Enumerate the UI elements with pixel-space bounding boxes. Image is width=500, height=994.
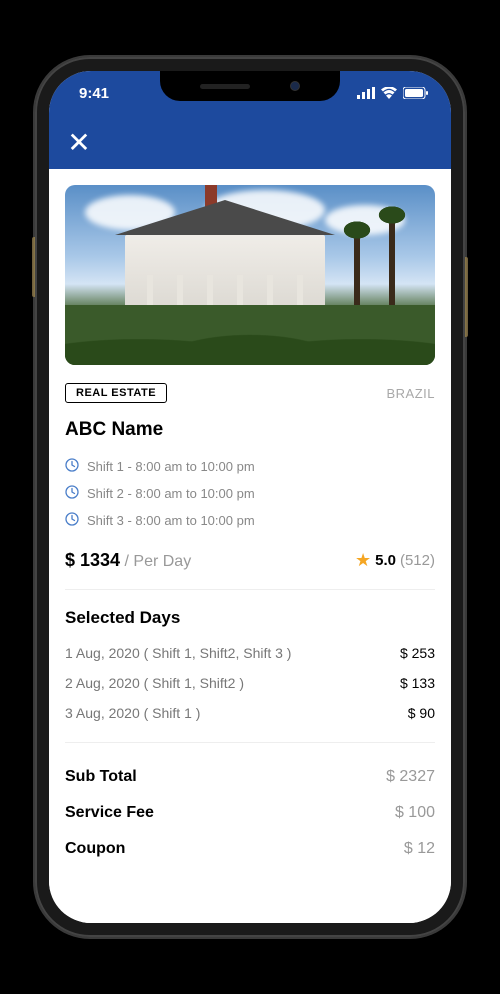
clock-icon: [65, 485, 79, 502]
day-row: 2 Aug, 2020 ( Shift 1, Shift2 ) $ 133: [65, 668, 435, 698]
day-label: 3 Aug, 2020 ( Shift 1 ): [65, 705, 200, 721]
day-row: 3 Aug, 2020 ( Shift 1 ) $ 90: [65, 698, 435, 728]
subtotal-value: $ 2327: [386, 768, 435, 786]
clock-icon: [65, 512, 79, 529]
day-amount: $ 253: [400, 645, 435, 661]
notch: [160, 71, 340, 101]
wifi-icon: [381, 87, 397, 99]
status-time: 9:41: [71, 85, 109, 102]
fee-label: Service Fee: [65, 804, 154, 822]
close-button[interactable]: ✕: [61, 124, 97, 160]
shift-row: Shift 1 - 8:00 am to 10:00 pm: [65, 453, 435, 480]
speaker-grille: [200, 84, 250, 89]
subtotal-row: Sub Total $ 2327: [65, 759, 435, 795]
service-fee-row: Service Fee $ 100: [65, 795, 435, 831]
shift-label: Shift 1 - 8:00 am to 10:00 pm: [87, 459, 255, 474]
coupon-row: Coupon $ 12: [65, 831, 435, 867]
location-label: BRAZIL: [386, 386, 435, 401]
rating-value: 5.0: [375, 552, 396, 569]
price-row: $ 1334 / Per Day ★ 5.0 (512): [65, 550, 435, 590]
day-amount: $ 90: [408, 705, 435, 721]
price-unit: / Per Day: [125, 553, 192, 570]
property-image[interactable]: [65, 185, 435, 365]
totals-section: Sub Total $ 2327 Service Fee $ 100 Coupo…: [65, 742, 435, 867]
rating-block[interactable]: ★ 5.0 (512): [355, 550, 435, 571]
shift-label: Shift 3 - 8:00 am to 10:00 pm: [87, 513, 255, 528]
signal-icon: [357, 87, 375, 99]
day-row: 1 Aug, 2020 ( Shift 1, Shift2, Shift 3 )…: [65, 638, 435, 668]
phone-frame: 9:41 ✕: [35, 57, 465, 937]
star-icon: ★: [355, 550, 371, 571]
shift-label: Shift 2 - 8:00 am to 10:00 pm: [87, 486, 255, 501]
fee-value: $ 100: [395, 804, 435, 822]
shifts-list: Shift 1 - 8:00 am to 10:00 pm Shift 2 - …: [65, 453, 435, 534]
close-icon: ✕: [67, 126, 90, 159]
shift-row: Shift 3 - 8:00 am to 10:00 pm: [65, 507, 435, 534]
clock-icon: [65, 458, 79, 475]
price-value: $ 1334: [65, 550, 120, 570]
front-camera: [290, 81, 300, 91]
tag-row: REAL ESTATE BRAZIL: [65, 383, 435, 403]
shift-row: Shift 2 - 8:00 am to 10:00 pm: [65, 480, 435, 507]
coupon-label: Coupon: [65, 840, 125, 858]
screen: 9:41 ✕: [49, 71, 451, 923]
status-indicators: [357, 87, 429, 99]
listing-title: ABC Name: [65, 419, 435, 441]
app-header: ✕: [49, 115, 451, 169]
content-area[interactable]: REAL ESTATE BRAZIL ABC Name Shift 1 - 8:…: [49, 169, 451, 923]
battery-icon: [403, 87, 429, 99]
day-label: 2 Aug, 2020 ( Shift 1, Shift2 ): [65, 675, 244, 691]
selected-days-list: 1 Aug, 2020 ( Shift 1, Shift2, Shift 3 )…: [65, 638, 435, 728]
day-label: 1 Aug, 2020 ( Shift 1, Shift2, Shift 3 ): [65, 645, 291, 661]
subtotal-label: Sub Total: [65, 768, 137, 786]
selected-days-title: Selected Days: [65, 608, 435, 628]
price-block: $ 1334 / Per Day: [65, 550, 191, 571]
rating-count: (512): [400, 552, 435, 569]
category-tag[interactable]: REAL ESTATE: [65, 383, 167, 403]
coupon-value: $ 12: [404, 840, 435, 858]
day-amount: $ 133: [400, 675, 435, 691]
